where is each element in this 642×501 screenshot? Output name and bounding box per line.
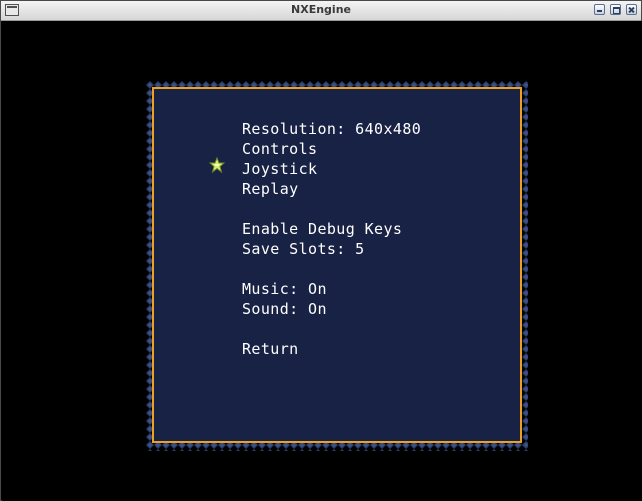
options-menu: Resolution: 640x480 Controls Joystick Re… xyxy=(242,119,421,359)
menu-spacer xyxy=(242,319,421,339)
minimize-button[interactable] xyxy=(594,4,605,15)
game-window: NXEngine Resolution: 640x480 Controls Jo… xyxy=(0,0,642,501)
maximize-button[interactable] xyxy=(610,4,621,15)
menu-item-controls[interactable]: Controls xyxy=(242,139,421,159)
menu-item-resolution[interactable]: Resolution: 640x480 xyxy=(242,119,421,139)
menu-spacer xyxy=(242,259,421,279)
menu-item-save-slots[interactable]: Save Slots: 5 xyxy=(242,239,421,259)
menu-item-debug-keys[interactable]: Enable Debug Keys xyxy=(242,219,421,239)
menu-item-music[interactable]: Music: On xyxy=(242,279,421,299)
menu-item-replay[interactable]: Replay xyxy=(242,179,421,199)
menu-item-return[interactable]: Return xyxy=(242,339,421,359)
close-button[interactable] xyxy=(626,4,637,15)
star-cursor-icon xyxy=(209,157,225,173)
menu-item-sound[interactable]: Sound: On xyxy=(242,299,421,319)
window-titlebar[interactable]: NXEngine xyxy=(1,1,641,21)
game-viewport[interactable]: Resolution: 640x480 Controls Joystick Re… xyxy=(2,21,642,501)
menu-spacer xyxy=(242,199,421,219)
window-title: NXEngine xyxy=(291,3,351,16)
menu-item-joystick[interactable]: Joystick xyxy=(242,159,421,179)
